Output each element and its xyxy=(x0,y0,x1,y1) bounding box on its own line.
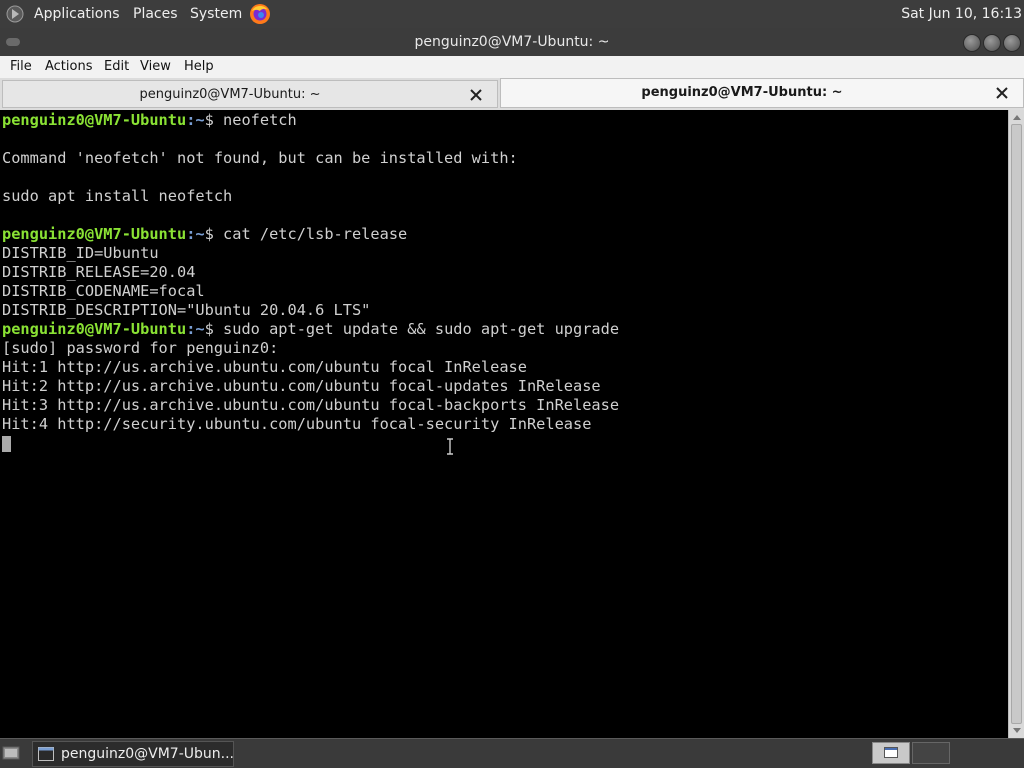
prompt-path: :~ xyxy=(186,111,205,129)
taskbar-label: penguinz0@VM7-Ubun... xyxy=(61,746,234,762)
terminal-command-line: penguinz0@VM7-Ubuntu:~$ cat /etc/lsb-rel… xyxy=(2,225,619,244)
top-panel: Applications Places System Sat Jun 10, 1… xyxy=(0,0,1024,28)
terminal-output-line: [sudo] password for penguinz0: xyxy=(2,339,279,357)
command-text: $ neofetch xyxy=(204,111,297,129)
workspace-1[interactable] xyxy=(872,742,910,764)
close-icon[interactable] xyxy=(469,88,483,102)
maximize-button[interactable] xyxy=(983,34,1001,52)
terminal-output-line: Command 'neofetch' not found, but can be… xyxy=(2,149,518,167)
terminal-command-line: penguinz0@VM7-Ubuntu:~$ sudo apt-get upd… xyxy=(2,320,619,339)
command-text: $ cat /etc/lsb-release xyxy=(204,225,408,243)
clock[interactable]: Sat Jun 10, 16:13 xyxy=(901,0,1022,28)
workspace-2[interactable] xyxy=(912,742,950,764)
applications-menu[interactable]: Applications xyxy=(34,0,120,28)
tab-2[interactable]: penguinz0@VM7-Ubuntu: ~ xyxy=(500,78,1024,108)
terminal-output-line: Hit:1 http://us.archive.ubuntu.com/ubunt… xyxy=(2,358,527,376)
system-menu[interactable]: System xyxy=(190,0,242,28)
terminal-input-line xyxy=(2,434,619,453)
window-title: penguinz0@VM7-Ubuntu: ~ xyxy=(414,34,610,50)
scroll-up-icon[interactable] xyxy=(1013,115,1021,120)
tab-bar: penguinz0@VM7-Ubuntu: ~ penguinz0@VM7-Ub… xyxy=(0,78,1024,110)
window-titlebar[interactable]: penguinz0@VM7-Ubuntu: ~ xyxy=(0,28,1024,56)
menu-actions[interactable]: Actions xyxy=(45,56,93,78)
scroll-thumb[interactable] xyxy=(1011,124,1022,724)
terminal-command-line: penguinz0@VM7-Ubuntu:~$ neofetch xyxy=(2,111,619,130)
terminal-window-icon xyxy=(38,747,54,761)
prompt-user: penguinz0@VM7-Ubuntu xyxy=(2,320,187,338)
terminal-output-line: Hit:2 http://us.archive.ubuntu.com/ubunt… xyxy=(2,377,601,395)
mate-logo-icon[interactable] xyxy=(6,5,24,23)
terminal-view[interactable]: penguinz0@VM7-Ubuntu:~$ neofetch Command … xyxy=(0,110,1008,738)
prompt-user: penguinz0@VM7-Ubuntu xyxy=(2,111,187,129)
menu-view[interactable]: View xyxy=(140,56,171,78)
terminal-output-line: DISTRIB_CODENAME=focal xyxy=(2,282,205,300)
scroll-down-icon[interactable] xyxy=(1013,728,1021,733)
terminal-cursor xyxy=(2,435,11,452)
prompt-path: :~ xyxy=(186,225,205,243)
terminal-scrollbar[interactable] xyxy=(1008,110,1024,738)
places-menu[interactable]: Places xyxy=(133,0,178,28)
terminal-output-line: DISTRIB_ID=Ubuntu xyxy=(2,244,159,262)
menu-file[interactable]: File xyxy=(10,56,32,78)
minimize-button[interactable] xyxy=(963,34,981,52)
menu-edit[interactable]: Edit xyxy=(104,56,129,78)
terminal-output-line: DISTRIB_DESCRIPTION="Ubuntu 20.04.6 LTS" xyxy=(2,301,371,319)
menu-help[interactable]: Help xyxy=(184,56,214,78)
terminal-output-line: sudo apt install neofetch xyxy=(2,187,233,205)
tab-1[interactable]: penguinz0@VM7-Ubuntu: ~ xyxy=(2,80,498,108)
show-desktop-icon[interactable] xyxy=(2,745,20,761)
terminal-output: penguinz0@VM7-Ubuntu:~$ neofetch Command … xyxy=(2,111,619,453)
close-icon[interactable] xyxy=(995,86,1009,100)
text-cursor-icon xyxy=(447,438,453,455)
menubar: File Actions Edit View Help xyxy=(0,56,1024,79)
firefox-icon[interactable] xyxy=(249,3,271,25)
bottom-panel: penguinz0@VM7-Ubun... xyxy=(0,738,1024,768)
command-text: $ sudo apt-get update && sudo apt-get up… xyxy=(204,320,620,338)
taskbar-terminal-button[interactable]: penguinz0@VM7-Ubun... xyxy=(32,741,234,767)
terminal-output-line: Hit:4 http://security.ubuntu.com/ubuntu … xyxy=(2,415,592,433)
terminal-output-line: DISTRIB_RELEASE=20.04 xyxy=(2,263,196,281)
prompt-user: penguinz0@VM7-Ubuntu xyxy=(2,225,187,243)
close-window-button[interactable] xyxy=(1003,34,1021,52)
terminal-output-line: Hit:3 http://us.archive.ubuntu.com/ubunt… xyxy=(2,396,620,414)
workspace-window-icon xyxy=(884,747,898,758)
prompt-path: :~ xyxy=(186,320,205,338)
tab-label: penguinz0@VM7-Ubuntu: ~ xyxy=(139,87,321,102)
tab-label: penguinz0@VM7-Ubuntu: ~ xyxy=(641,85,843,100)
